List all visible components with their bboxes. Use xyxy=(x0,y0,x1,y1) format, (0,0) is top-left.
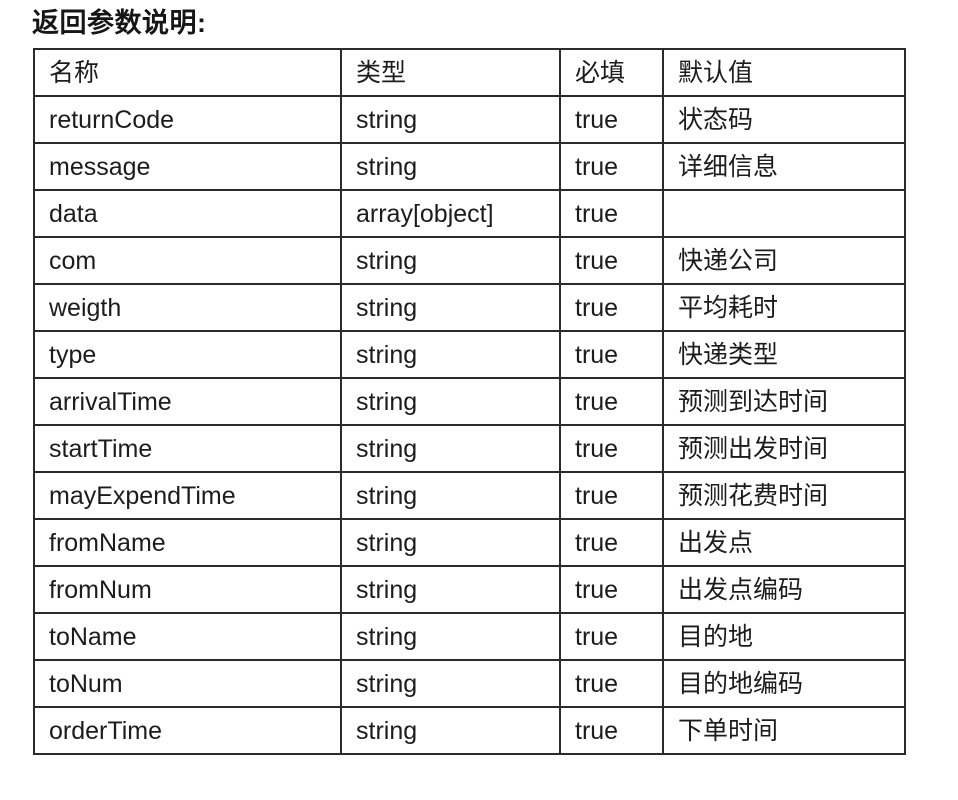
cell-param-default: 下单时间 xyxy=(662,706,906,755)
table-body: returnCode string true 状态码 message string true… xyxy=(33,95,906,755)
cell-param-default: 快递公司 xyxy=(662,236,906,285)
cell-param-required: true xyxy=(559,330,664,379)
table-row: toNum string true 目的地编码 xyxy=(33,659,906,708)
cell-param-default: 快递类型 xyxy=(662,330,906,379)
cell-param-name: data xyxy=(33,189,342,238)
table-row: weigth string true 平均耗时 xyxy=(33,283,906,332)
cell-param-type: array[object] xyxy=(340,189,561,238)
cell-param-name: orderTime xyxy=(33,706,342,755)
cell-param-type: string xyxy=(340,95,561,144)
column-header-name: 名称 xyxy=(33,48,342,97)
cell-param-name: com xyxy=(33,236,342,285)
cell-param-type: string xyxy=(340,471,561,520)
cell-param-name: weigth xyxy=(33,283,342,332)
cell-param-type: string xyxy=(340,612,561,661)
column-header-type: 类型 xyxy=(340,48,561,97)
cell-param-default: 出发点 xyxy=(662,518,906,567)
cell-param-required: true xyxy=(559,142,664,191)
table-row: toName string true 目的地 xyxy=(33,612,906,661)
cell-param-default: 目的地编码 xyxy=(662,659,906,708)
page-title: 返回参数说明: xyxy=(32,8,207,38)
cell-param-default: 状态码 xyxy=(662,95,906,144)
cell-param-name: toName xyxy=(33,612,342,661)
cell-param-required: true xyxy=(559,236,664,285)
cell-param-required: true xyxy=(559,377,664,426)
document-page: 返回参数说明: 名称 类型 必填 默认值 returnCode string tru… xyxy=(0,0,958,800)
cell-param-type: string xyxy=(340,330,561,379)
return-parameters-table: 名称 类型 必填 默认值 returnCode string true 状态码 mess… xyxy=(33,48,906,755)
cell-param-name: message xyxy=(33,142,342,191)
cell-param-default: 详细信息 xyxy=(662,142,906,191)
table-row: fromNum string true 出发点编码 xyxy=(33,565,906,614)
cell-param-required: true xyxy=(559,565,664,614)
cell-param-default xyxy=(662,189,906,238)
cell-param-required: true xyxy=(559,706,664,755)
cell-param-default: 预测到达时间 xyxy=(662,377,906,426)
table-row: startTime string true 预测出发时间 xyxy=(33,424,906,473)
cell-param-required: true xyxy=(559,189,664,238)
cell-param-default: 平均耗时 xyxy=(662,283,906,332)
cell-param-name: type xyxy=(33,330,342,379)
cell-param-type: string xyxy=(340,518,561,567)
cell-param-default: 出发点编码 xyxy=(662,565,906,614)
cell-param-required: true xyxy=(559,424,664,473)
table-row: fromName string true 出发点 xyxy=(33,518,906,567)
cell-param-name: startTime xyxy=(33,424,342,473)
cell-param-default: 预测出发时间 xyxy=(662,424,906,473)
table-row: type string true 快递类型 xyxy=(33,330,906,379)
cell-param-type: string xyxy=(340,377,561,426)
cell-param-type: string xyxy=(340,424,561,473)
cell-param-type: string xyxy=(340,565,561,614)
table-row: orderTime string true 下单时间 xyxy=(33,706,906,755)
table-row: data array[object] true xyxy=(33,189,906,238)
table-row: arrivalTime string true 预测到达时间 xyxy=(33,377,906,426)
cell-param-required: true xyxy=(559,471,664,520)
return-parameters-table-wrapper: 名称 类型 必填 默认值 returnCode string true 状态码 mess… xyxy=(33,48,906,755)
column-header-required: 必填 xyxy=(559,48,664,97)
cell-param-default: 预测花费时间 xyxy=(662,471,906,520)
column-header-default: 默认值 xyxy=(662,48,906,97)
cell-param-required: true xyxy=(559,283,664,332)
cell-param-name: arrivalTime xyxy=(33,377,342,426)
table-row: message string true 详细信息 xyxy=(33,142,906,191)
cell-param-default: 目的地 xyxy=(662,612,906,661)
cell-param-required: true xyxy=(559,518,664,567)
cell-param-type: string xyxy=(340,283,561,332)
cell-param-name: returnCode xyxy=(33,95,342,144)
cell-param-name: toNum xyxy=(33,659,342,708)
cell-param-type: string xyxy=(340,706,561,755)
cell-param-type: string xyxy=(340,236,561,285)
table-row: mayExpendTime string true 预测花费时间 xyxy=(33,471,906,520)
cell-param-type: string xyxy=(340,142,561,191)
cell-param-name: fromName xyxy=(33,518,342,567)
cell-param-name: mayExpendTime xyxy=(33,471,342,520)
cell-param-type: string xyxy=(340,659,561,708)
cell-param-required: true xyxy=(559,95,664,144)
table-row: returnCode string true 状态码 xyxy=(33,95,906,144)
cell-param-required: true xyxy=(559,659,664,708)
table-header-row: 名称 类型 必填 默认值 xyxy=(33,48,906,97)
table-row: com string true 快递公司 xyxy=(33,236,906,285)
cell-param-required: true xyxy=(559,612,664,661)
cell-param-name: fromNum xyxy=(33,565,342,614)
